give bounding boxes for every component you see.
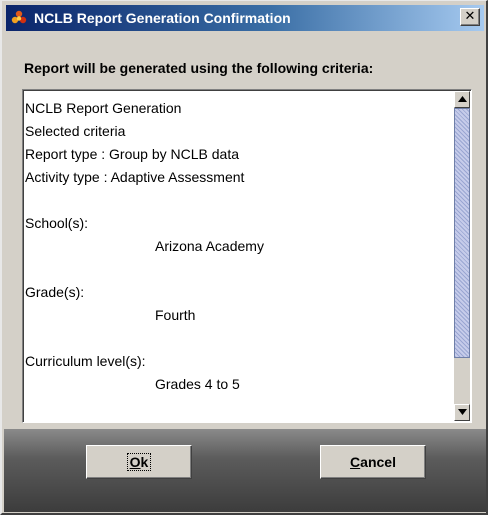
report-line: Activity type : Adaptive Assessment: [25, 169, 245, 185]
report-line: [25, 189, 455, 212]
scroll-up-arrow-icon: [458, 96, 467, 102]
criteria-heading: Report will be generated using the follo…: [24, 60, 374, 76]
report-line: Fourth: [155, 307, 196, 323]
scroll-down-arrow-icon: [458, 409, 467, 415]
scroll-thumb[interactable]: [454, 108, 470, 358]
window-title: NCLB Report Generation Confirmation: [34, 10, 291, 26]
scroll-up-button[interactable]: [454, 91, 470, 108]
report-line: Arizona Academy: [155, 238, 264, 254]
close-button[interactable]: ✕: [460, 8, 480, 26]
criteria-text: NCLB Report Generation Selected criteria…: [25, 97, 455, 396]
criteria-text-area[interactable]: NCLB Report Generation Selected criteria…: [22, 89, 472, 423]
report-line: Curriculum level(s):: [25, 353, 146, 369]
report-line: Grade(s):: [25, 284, 85, 300]
report-line: Grades 4 to 5: [155, 376, 240, 392]
scroll-down-button[interactable]: [454, 404, 470, 421]
report-line: Selected criteria: [25, 123, 126, 139]
report-line: Report type : Group by NCLB data: [25, 146, 239, 162]
report-line: School(s):: [25, 215, 89, 231]
report-line: [25, 327, 455, 350]
report-line: [25, 258, 455, 281]
app-logo-icon: [10, 9, 28, 27]
report-line: NCLB Report Generation: [25, 100, 182, 116]
title-bar[interactable]: NCLB Report Generation Confirmation ✕: [6, 5, 484, 31]
ok-button-label: Ok: [126, 453, 152, 471]
close-icon: ✕: [464, 9, 476, 24]
cancel-button[interactable]: Cancel: [320, 445, 426, 479]
vertical-scrollbar[interactable]: [454, 91, 470, 421]
button-bar: Ok Cancel: [4, 429, 486, 512]
confirmation-dialog: NCLB Report Generation Confirmation ✕ Re…: [0, 0, 488, 515]
ok-button[interactable]: Ok: [86, 445, 192, 479]
cancel-button-label: Cancel: [350, 454, 396, 470]
